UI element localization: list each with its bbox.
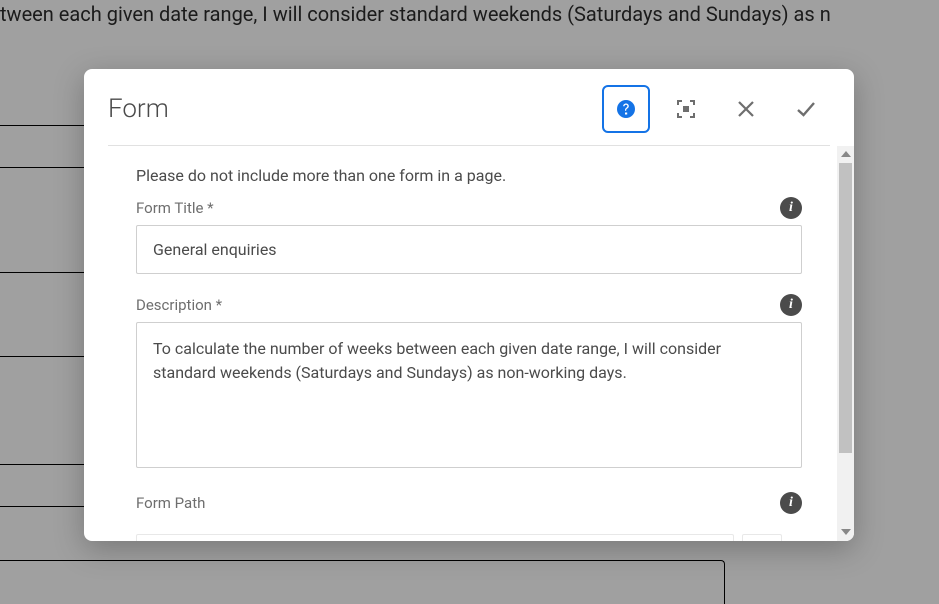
- scroll-down-button[interactable]: [837, 524, 854, 541]
- background-rule: [0, 356, 84, 357]
- form-path-info-button[interactable]: i: [780, 492, 802, 514]
- form-path-browse-button[interactable]: [742, 534, 782, 541]
- form-path-row: /content/dam/formsanddocuments/doe-forms…: [136, 520, 782, 541]
- form-dialog: Form: [84, 69, 854, 541]
- background-rule: [0, 272, 84, 273]
- help-icon: [616, 99, 636, 119]
- form-path-input[interactable]: /content/dam/formsanddocuments/doe-forms…: [136, 534, 734, 541]
- form-title-input[interactable]: [136, 225, 802, 274]
- info-icon: i: [789, 297, 793, 312]
- info-icon: i: [789, 495, 793, 510]
- description-label: Description *: [136, 296, 222, 314]
- description-info-button[interactable]: i: [780, 294, 802, 316]
- dialog-body-wrapper: Please do not include more than one form…: [84, 146, 854, 541]
- background-box: [0, 560, 725, 604]
- dialog-body: Please do not include more than one form…: [84, 146, 854, 541]
- scroll-thumb[interactable]: [839, 163, 852, 453]
- form-title-label-row: Form Title * i: [136, 197, 802, 219]
- description-label-row: Description * i: [136, 294, 802, 316]
- chevron-down-icon: [841, 527, 851, 538]
- description-textarea[interactable]: [136, 322, 802, 468]
- cancel-button[interactable]: [722, 85, 770, 133]
- form-title-label: Form Title *: [136, 199, 214, 217]
- background-rule: [0, 167, 84, 168]
- background-text-fragment: tween each given date range, I will cons…: [0, 2, 939, 26]
- dialog-hint: Please do not include more than one form…: [136, 166, 802, 185]
- check-icon: [795, 98, 817, 120]
- close-icon: [737, 100, 755, 118]
- info-icon: i: [789, 200, 793, 215]
- dialog-scrollbar[interactable]: [837, 146, 854, 541]
- dialog-title: Form: [108, 94, 602, 124]
- fullscreen-icon: [676, 99, 696, 119]
- scroll-up-button[interactable]: [837, 146, 854, 163]
- fullscreen-button[interactable]: [662, 85, 710, 133]
- background-rule: [0, 125, 84, 126]
- form-path-label: Form Path: [136, 494, 205, 512]
- help-button[interactable]: [602, 85, 650, 133]
- dialog-toolbar: [602, 85, 830, 133]
- done-button[interactable]: [782, 85, 830, 133]
- dialog-header: Form: [84, 69, 854, 145]
- form-title-info-button[interactable]: i: [780, 197, 802, 219]
- background-rule: [0, 464, 84, 465]
- chevron-up-icon: [841, 149, 851, 160]
- form-path-label-row: Form Path i: [136, 492, 802, 514]
- scroll-track[interactable]: [837, 163, 854, 524]
- background-rule: [0, 506, 84, 507]
